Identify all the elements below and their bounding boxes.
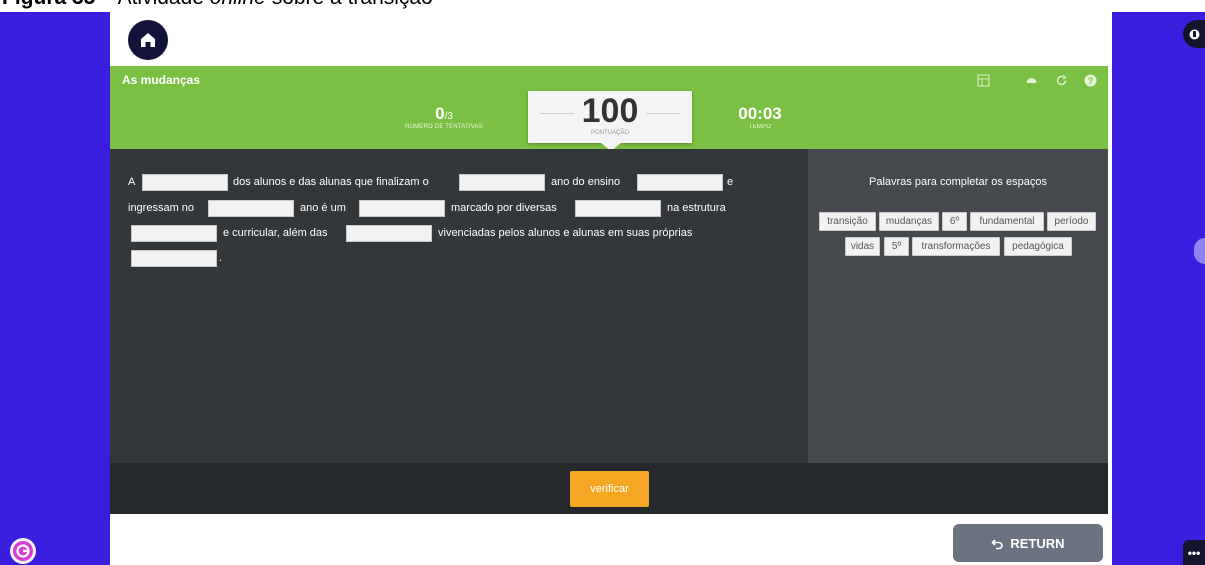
word-chip[interactable]: pedagógica <box>1004 237 1072 256</box>
words-panel <box>808 149 1108 463</box>
g-circle-icon <box>13 541 33 561</box>
attempts-value: 0 <box>435 104 445 123</box>
word-chip[interactable]: fundamental <box>970 212 1044 231</box>
blank-slot-3[interactable] <box>637 174 723 191</box>
word-chip[interactable]: 6º <box>942 212 967 231</box>
blank-slot-9[interactable] <box>131 250 217 267</box>
word-chip[interactable]: transição <box>819 212 876 231</box>
caption-rest: sobre a transição <box>266 0 433 9</box>
blank-slot-2[interactable] <box>459 174 545 191</box>
caption-figure: Figura 35 <box>2 0 95 9</box>
more-button[interactable]: ••• <box>1183 540 1205 565</box>
refresh-icon <box>1056 74 1067 85</box>
word-chip[interactable]: transformações <box>912 237 1000 256</box>
more-icon: ••• <box>1187 545 1201 560</box>
score-value: 100 <box>581 92 639 130</box>
hand-pointer-button[interactable] <box>1183 20 1205 48</box>
return-label: RETURN <box>1010 535 1065 551</box>
refresh-button[interactable] <box>1053 72 1069 88</box>
score-label: PONTUAÇÃO <box>590 130 629 136</box>
exercise-line-2: ingressam no ano é um marcado por divers… <box>128 200 808 217</box>
exercise-line-3: e curricular, além das vivenciadas pelos… <box>128 225 808 242</box>
exercise-text: e <box>727 176 734 188</box>
exercise-text: ano do ensino <box>551 176 621 188</box>
grade-table-icon <box>976 73 990 87</box>
exercise-text: marcado por diversas <box>451 202 557 214</box>
verify-label: verificar <box>590 483 629 495</box>
help-button[interactable]: ? <box>1082 72 1098 88</box>
exercise-text: na estrutura <box>667 202 726 214</box>
exercise-text: e curricular, além das <box>223 227 328 239</box>
verify-button[interactable]: verificar <box>570 471 649 507</box>
exercise-text: A <box>128 176 136 188</box>
exercise-line-4: . <box>128 250 808 267</box>
svg-text:?: ? <box>1087 76 1093 86</box>
blank-slot-7[interactable] <box>131 225 217 242</box>
exercise-panel <box>110 149 808 463</box>
side-collapse-tab[interactable] <box>1194 238 1205 264</box>
home-button[interactable] <box>128 20 168 60</box>
g-circle-button[interactable] <box>10 538 36 564</box>
blank-slot-6[interactable] <box>575 200 661 217</box>
exercise-text: dos alunos e das alunas que finalizam o <box>233 176 429 188</box>
return-arrow-icon <box>991 538 1004 549</box>
word-chip[interactable]: vidas <box>845 237 880 256</box>
home-icon <box>141 33 155 47</box>
speedometer-button[interactable] <box>1023 72 1039 88</box>
word-chip[interactable]: mudanças <box>879 212 939 231</box>
exercise-text: ingressam no <box>128 202 195 214</box>
activity-titlebar: As mudanças ? <box>110 66 1108 94</box>
blank-slot-8[interactable] <box>346 225 432 242</box>
blank-slot-1[interactable] <box>142 174 228 191</box>
attempts-stat: 0/3 NÚMERO DE TENTATIVAS <box>394 104 494 130</box>
hand-pointer-icon <box>1189 29 1199 39</box>
figure-caption: Figura 35 – Atividade online sobre a tra… <box>0 0 1205 12</box>
left-rail <box>0 12 110 565</box>
exercise-line-1: A dos alunos e das alunas que finalizam … <box>128 174 808 191</box>
attempts-label: NÚMERO DE TENTATIVAS <box>405 124 483 130</box>
speedometer-icon <box>1026 77 1036 83</box>
blank-slot-5[interactable] <box>359 200 445 217</box>
word-chip[interactable]: 5º <box>884 237 909 256</box>
exercise-text: ano é um <box>300 202 346 214</box>
grade-table-button[interactable] <box>975 72 991 88</box>
caption-italic: online <box>210 0 266 9</box>
time-label: TEMPO <box>748 124 772 130</box>
word-chip[interactable]: período <box>1047 212 1096 231</box>
exercise-text: vivenciadas pelos alunos e alunas em sua… <box>438 227 693 239</box>
time-stat: 00:03 TEMPO <box>720 104 800 130</box>
score-bar: 0/3 NÚMERO DE TENTATIVAS 100 PONTUAÇÃO 0… <box>110 91 1108 151</box>
caption-sep: – Atividade <box>95 0 209 9</box>
time-value: 00:03 <box>738 104 782 123</box>
activity-title: As mudanças <box>122 73 201 87</box>
score-card: 100 PONTUAÇÃO <box>528 91 692 151</box>
help-icon: ? <box>1084 74 1096 86</box>
blank-slot-4[interactable] <box>208 200 294 217</box>
right-rail <box>1112 12 1205 565</box>
return-button[interactable]: RETURN <box>953 524 1103 562</box>
exercise-text: . <box>219 252 223 264</box>
words-panel-title: Palavras para completar os espaços <box>869 176 1047 188</box>
attempts-total: /3 <box>444 111 453 122</box>
